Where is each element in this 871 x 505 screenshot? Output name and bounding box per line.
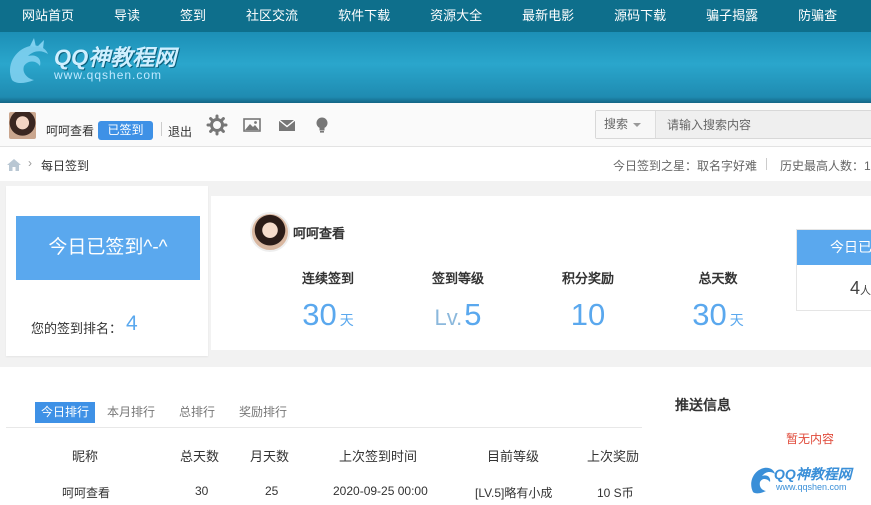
column-header-level: 目前等级 xyxy=(487,449,540,464)
breadcrumb-separator-icon: › xyxy=(28,156,32,170)
nav-item-movies[interactable]: 最新电影 xyxy=(502,0,594,32)
watermark-logo: QQ神教程网 www.qqshen.com xyxy=(748,462,863,498)
chevron-down-icon xyxy=(633,122,642,127)
cell-last-reward: 10 S币 xyxy=(597,486,634,500)
breadcrumb[interactable]: 每日签到 xyxy=(41,157,89,174)
divider xyxy=(161,122,162,136)
ranking-tabs: 今日排行 本月排行 总排行 奖励排行 xyxy=(35,402,305,423)
stat-unit: 天 xyxy=(729,312,744,328)
divider xyxy=(6,427,642,428)
cell-level: [LV.5]略有小成 xyxy=(475,486,553,500)
nav-item-software[interactable]: 软件下载 xyxy=(318,0,410,32)
column-header-nickname: 昵称 xyxy=(72,449,99,464)
tab-total[interactable]: 总排行 xyxy=(173,402,221,423)
push-empty-text: 暂无内容 xyxy=(786,432,835,446)
top-nav: 网站首页 导读 签到 社区交流 软件下载 资源大全 最新电影 源码下载 骗子揭露… xyxy=(0,0,871,32)
gear-icon[interactable] xyxy=(206,114,228,136)
search-category-label: 搜索 xyxy=(604,117,629,131)
stat-value: 5 xyxy=(464,297,482,332)
banner: QQ神教程网 www.qqshen.com xyxy=(0,32,871,103)
search-category-select[interactable]: 搜索 xyxy=(596,111,656,138)
today-count-card: 今日已 4人 xyxy=(796,229,871,311)
image-icon[interactable] xyxy=(241,114,263,136)
stat-prefix: Lv. xyxy=(434,305,463,330)
nav-item-home[interactable]: 网站首页 xyxy=(0,0,94,32)
nav-item-guide[interactable]: 导读 xyxy=(94,0,160,32)
home-icon[interactable] xyxy=(6,158,22,172)
signed-badge[interactable]: 已签到 xyxy=(98,121,153,140)
tab-today[interactable]: 今日排行 xyxy=(35,402,96,423)
stat-total-days: 总天数 30 天 xyxy=(663,268,773,333)
rank-value: 4 xyxy=(126,312,138,335)
search-box: 搜索 xyxy=(595,110,871,139)
tab-month[interactable]: 本月排行 xyxy=(101,402,161,423)
mail-icon[interactable] xyxy=(276,114,298,136)
avatar[interactable] xyxy=(9,112,36,139)
cell-month-days: 25 xyxy=(265,484,279,498)
push-info-title: 推送信息 xyxy=(675,397,731,413)
logout-link[interactable]: 退出 xyxy=(168,123,192,140)
nav-item-resources[interactable]: 资源大全 xyxy=(410,0,502,32)
stat-value: 30 xyxy=(692,297,727,332)
stat-label: 签到等级 xyxy=(431,271,484,286)
nav-item-scam-expose[interactable]: 骗子揭露 xyxy=(686,0,778,32)
stat-consecutive-days: 连续签到 30 天 xyxy=(273,268,383,333)
column-header-total-days: 总天数 xyxy=(180,449,220,464)
today-count-heading: 今日已 xyxy=(797,230,871,265)
stat-label: 积分奖励 xyxy=(561,271,614,286)
watermark-text: QQ神教程网 xyxy=(774,466,852,482)
signin-star: 今日签到之星：取名字好难 xyxy=(613,159,758,173)
rank-label: 您的签到排名： xyxy=(31,321,123,336)
watermark-url: www.qqshen.com xyxy=(776,482,847,492)
tab-reward[interactable]: 奖励排行 xyxy=(233,402,293,423)
signed-today-button[interactable]: 今日已签到^-^ xyxy=(16,216,200,280)
profile-name: 呵呵查看 xyxy=(293,226,346,241)
stat-value: 10 xyxy=(570,297,606,332)
today-count-value: 4 xyxy=(850,278,861,298)
column-header-last-reward: 上次奖励 xyxy=(587,449,640,464)
site-logo[interactable]: QQ神教程网 www.qqshen.com xyxy=(4,36,204,86)
nav-item-community[interactable]: 社区交流 xyxy=(226,0,318,32)
search-input[interactable] xyxy=(657,111,871,138)
column-header-last-signin: 上次签到时间 xyxy=(339,449,418,464)
nav-item-signin[interactable]: 签到 xyxy=(160,0,226,32)
column-header-month-days: 月天数 xyxy=(250,449,290,464)
dragon-logo-icon xyxy=(10,38,49,83)
stat-label: 连续签到 xyxy=(301,271,354,286)
stat-label: 总天数 xyxy=(698,271,738,286)
bulb-icon[interactable] xyxy=(311,114,333,136)
username[interactable]: 呵呵查看 xyxy=(46,122,94,139)
max-people: 历史最高人数：10 xyxy=(780,159,871,173)
nav-item-source[interactable]: 源码下载 xyxy=(594,0,686,32)
stat-value: 30 xyxy=(302,297,337,332)
stat-unit: 天 xyxy=(339,312,354,328)
cell-total-days: 30 xyxy=(195,484,209,498)
stat-level: 签到等级 Lv.5 xyxy=(403,268,513,333)
cell-last-signin: 2020-09-25 00:00 xyxy=(333,484,428,498)
stat-points: 积分奖励 10 xyxy=(533,268,643,333)
avatar[interactable] xyxy=(250,212,290,252)
nav-item-anti-fraud[interactable]: 防骗查 xyxy=(778,0,857,32)
dragon-logo-icon xyxy=(751,467,775,494)
divider xyxy=(766,158,767,170)
logo-url: www.qqshen.com xyxy=(54,68,163,82)
today-count-unit: 人 xyxy=(860,285,871,297)
cell-nickname[interactable]: 呵呵查看 xyxy=(62,484,110,501)
